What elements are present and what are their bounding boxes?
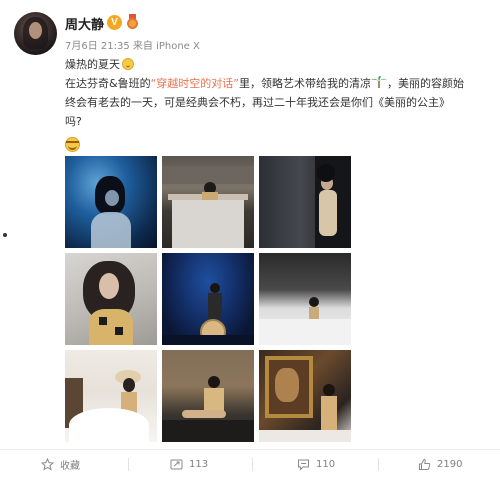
comment-button[interactable]: 110: [297, 450, 335, 478]
favorite-button[interactable]: 收藏: [41, 450, 80, 478]
photo-wall-pose[interactable]: [259, 156, 351, 248]
medal-icon: [125, 14, 140, 30]
post-text-seg-3: ，美丽的容颜始: [386, 77, 464, 90]
post-text-seg-2: 里，领略艺术带给我的清凉: [238, 77, 371, 90]
verified-badge-icon: V: [107, 15, 122, 30]
laugh-emoji-icon: [65, 137, 80, 152]
comment-count: 110: [316, 459, 336, 470]
smile-emoji-icon: [122, 58, 134, 70]
post-text-line-2: 终会有老去的一天，可是经典会不朽，再过二十年我还会是你们《美丽的公主》: [65, 96, 450, 109]
star-icon: [41, 458, 54, 471]
repost-count: 113: [189, 459, 209, 470]
photo-white-stage[interactable]: [259, 253, 351, 345]
post-title-line: 燥热的夏天: [65, 58, 120, 71]
like-button[interactable]: 2190: [418, 450, 462, 478]
thumb-up-icon: [419, 458, 431, 470]
post-text-seg-1: 在达芬奇&鲁班的: [65, 77, 151, 90]
palm-emoji-icon: [370, 76, 387, 88]
topic-link[interactable]: “穿越时空的对话”: [151, 77, 239, 90]
photo-seated-mural[interactable]: [162, 350, 254, 442]
photo-gold-frame-painting[interactable]: [259, 350, 351, 442]
post-text: 燥热的夏天 在达芬奇&鲁班的“穿越时空的对话”里，领略艺术带给我的清凉 ，美丽的…: [65, 55, 495, 131]
comment-icon: [298, 459, 309, 471]
author-name[interactable]: 周大静: [65, 14, 104, 33]
action-divider: [252, 458, 253, 471]
photo-gallery-table[interactable]: [162, 156, 254, 248]
action-divider: [128, 458, 129, 471]
favorite-label: 收藏: [60, 461, 80, 472]
repost-icon: [170, 459, 183, 470]
photo-blue-stage-hat[interactable]: [162, 253, 254, 345]
post-meta: 7月6日 21:35 来自 iPhone X: [65, 41, 200, 52]
action-bar: 收藏 113 110 2190: [0, 449, 500, 478]
photo-grid: [65, 156, 351, 442]
photo-hair-portrait[interactable]: [65, 253, 157, 345]
photo-white-dress-hat[interactable]: [65, 350, 157, 442]
post-text-line-3: 吗?: [65, 115, 82, 128]
stray-dot: [3, 233, 7, 237]
avatar[interactable]: [14, 12, 57, 55]
like-count: 2190: [437, 459, 463, 470]
action-divider: [378, 458, 379, 471]
photo-blue-portrait[interactable]: [65, 156, 157, 248]
repost-button[interactable]: 113: [170, 450, 208, 478]
